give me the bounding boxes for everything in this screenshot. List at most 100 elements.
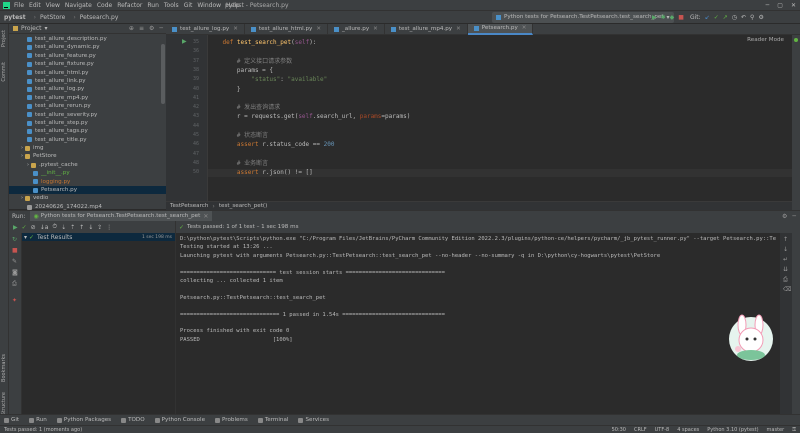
chevron-right-icon[interactable]: › — [21, 144, 23, 152]
close-tab-icon[interactable]: ✕ — [522, 23, 527, 34]
status-item[interactable]: 4 spaces — [677, 427, 699, 433]
scroll-down-icon[interactable]: ↓ — [783, 246, 788, 253]
menu-tools[interactable]: Tools — [164, 2, 179, 9]
tree-item[interactable]: test_allure_mp4.py — [9, 94, 166, 102]
tree-item[interactable]: test_allure_dynamic.py — [9, 43, 166, 51]
tree-item[interactable]: test_allure_tags.py — [9, 127, 166, 135]
breadcrumb-item[interactable]: Petsearch.py — [80, 14, 119, 21]
tree-item[interactable]: › PetStore — [9, 152, 166, 160]
close-tab-icon[interactable]: ✕ — [233, 24, 238, 35]
editor-tab[interactable]: test_allure_html.py ✕ — [245, 23, 328, 35]
close-tab-icon[interactable]: ✕ — [373, 24, 378, 35]
status-item[interactable]: master — [767, 427, 785, 433]
close-tab-icon[interactable]: ✕ — [203, 213, 208, 220]
pin-icon[interactable]: ✦ — [12, 297, 17, 304]
hide-panel-icon[interactable]: ─ — [159, 25, 163, 32]
inspection-ok-icon[interactable] — [794, 38, 798, 42]
chevron-down-icon[interactable]: ▾ — [45, 25, 48, 32]
show-ignored-icon[interactable]: ⊘ — [31, 224, 36, 231]
clear-console-icon[interactable]: ⌫ — [783, 286, 791, 293]
tool-window-run[interactable]: Run — [29, 417, 47, 423]
test-results-root[interactable]: ▾ ✓ Test Results 1 sec 198 ms — [22, 233, 175, 241]
show-passed-icon[interactable]: ✓ — [22, 224, 27, 231]
sort-duration-icon[interactable]: ⏱ — [52, 223, 57, 231]
menu-navigate[interactable]: Navigate — [65, 2, 92, 9]
print-console-icon[interactable]: ⎙ — [783, 276, 788, 284]
tree-item[interactable]: › .pytest_cache — [9, 161, 166, 169]
tree-item[interactable]: __init__.py — [9, 169, 166, 177]
history-icon[interactable]: ◷ — [732, 14, 737, 21]
locate-icon[interactable]: ⊕ — [129, 25, 134, 32]
lock-icon[interactable]: ⚿ — [792, 427, 796, 433]
code-line[interactable]: def test_search_pet(self): — [208, 39, 316, 47]
close-tab-icon[interactable]: ✕ — [316, 24, 321, 35]
collapse-all-tests-icon[interactable]: ⇡ — [70, 224, 75, 231]
tree-item[interactable]: test_allure_rerun.py — [9, 102, 166, 110]
rollback-icon[interactable]: ↶ — [741, 14, 746, 21]
status-item[interactable]: 50:30 — [612, 427, 626, 433]
stop-side-icon[interactable]: ■ — [12, 247, 18, 254]
breadcrumb-item[interactable]: pytest — [4, 14, 26, 21]
class-crumb[interactable]: TestPetsearch — [170, 203, 208, 209]
tree-item[interactable]: test_allure_title.py — [9, 136, 166, 144]
reader-mode-toggle[interactable]: Reader Mode — [747, 37, 784, 43]
editor-tab[interactable]: _allure.py ✕ — [328, 23, 385, 35]
menu-window[interactable]: Window — [197, 2, 221, 9]
sort-alpha-icon[interactable]: ↓a — [40, 224, 49, 231]
tool-window-todo[interactable]: TODO — [121, 417, 145, 423]
rerun-icon[interactable]: ▶ — [13, 224, 18, 231]
run-test-gutter-icon[interactable]: ▶ — [182, 38, 187, 45]
tool-window-python-packages[interactable]: Python Packages — [56, 417, 111, 423]
more-icon[interactable]: ⋮ — [106, 224, 112, 231]
commit-tool-label[interactable]: Commit — [1, 62, 7, 82]
tree-item[interactable]: Petsearch.py — [9, 186, 166, 195]
expand-all-icon[interactable]: ⇣ — [61, 224, 66, 231]
code-line[interactable]: # 定义接口请求参数 — [208, 58, 292, 66]
settings-icon[interactable]: ⚙ — [758, 14, 763, 21]
stop-icon[interactable]: ■ — [678, 14, 684, 21]
panel-options-icon[interactable]: ⚙ — [149, 25, 154, 32]
minimize-icon[interactable]: ─ — [766, 2, 770, 9]
soft-wrap-icon[interactable]: ↵ — [783, 256, 788, 263]
editor-tab[interactable]: test_allure_mp4.py ✕ — [385, 23, 468, 35]
breadcrumb-item[interactable]: PetStore — [40, 14, 65, 21]
editor-tab[interactable]: Petsearch.py ✕ — [467, 23, 534, 35]
chevron-right-icon[interactable]: › — [21, 194, 23, 202]
tree-item[interactable]: test_allure_link.py — [9, 77, 166, 85]
run-config-tab[interactable]: ◉ Python tests for Petsearch.TestPetsear… — [29, 211, 213, 221]
tree-item[interactable]: test_allure_severity.py — [9, 111, 166, 119]
code-line[interactable]: # 发出查询请求 — [208, 104, 280, 112]
menu-run[interactable]: Run — [147, 2, 159, 9]
tree-item[interactable]: test_allure_description.py — [9, 35, 166, 43]
tree-item[interactable]: test_allure_step.py — [9, 119, 166, 127]
collapse-all-icon[interactable]: ≡ — [139, 25, 144, 32]
status-item[interactable]: Python 3.10 (pytest) — [707, 427, 758, 433]
close-tab-icon[interactable]: ✕ — [456, 24, 461, 35]
structure-tool-label[interactable]: Structure — [1, 392, 7, 415]
code-line[interactable]: r = requests.get(self.search_url, params… — [208, 113, 410, 121]
scroll-end-icon[interactable]: ⇊ — [783, 266, 788, 273]
git-commit-icon[interactable]: ✓ — [714, 14, 719, 21]
status-item[interactable]: UTF-8 — [655, 427, 670, 433]
menu-refactor[interactable]: Refactor — [117, 2, 142, 9]
tree-item[interactable]: test_allure_fixture.py — [9, 60, 166, 68]
project-panel-title[interactable]: Project — [21, 25, 42, 32]
menu-edit[interactable]: Edit — [29, 2, 41, 9]
method-crumb[interactable]: test_search_pet() — [219, 203, 267, 209]
code-line[interactable]: # 业务断言 — [208, 160, 268, 168]
code-line[interactable]: assert r.json() != [] — [208, 169, 792, 178]
tool-window-services[interactable]: Services — [298, 417, 329, 423]
code-line[interactable]: # 状态断言 — [208, 132, 268, 140]
editor-tab[interactable]: test_allure_log.py ✕ — [166, 23, 245, 35]
wrench-icon[interactable]: ✎ — [12, 258, 17, 265]
tree-item[interactable]: test_allure_html.py — [9, 69, 166, 77]
maximize-icon[interactable]: ▢ — [777, 2, 783, 9]
code-line[interactable]: assert r.status_code == 200 — [208, 141, 335, 149]
git-update-icon[interactable]: ↙ — [705, 14, 710, 21]
search-icon[interactable]: ⚲ — [750, 14, 754, 21]
tree-item[interactable]: test_allure_log.py — [9, 85, 166, 93]
coverage-icon[interactable]: ◆ — [670, 14, 675, 21]
tool-window-problems[interactable]: Problems — [215, 417, 248, 423]
code-editor[interactable]: Reader Mode def test_search_pet(self): #… — [208, 35, 792, 201]
run-config-selector[interactable]: Python tests for Petsearch.TestPetsearch… — [492, 11, 674, 23]
